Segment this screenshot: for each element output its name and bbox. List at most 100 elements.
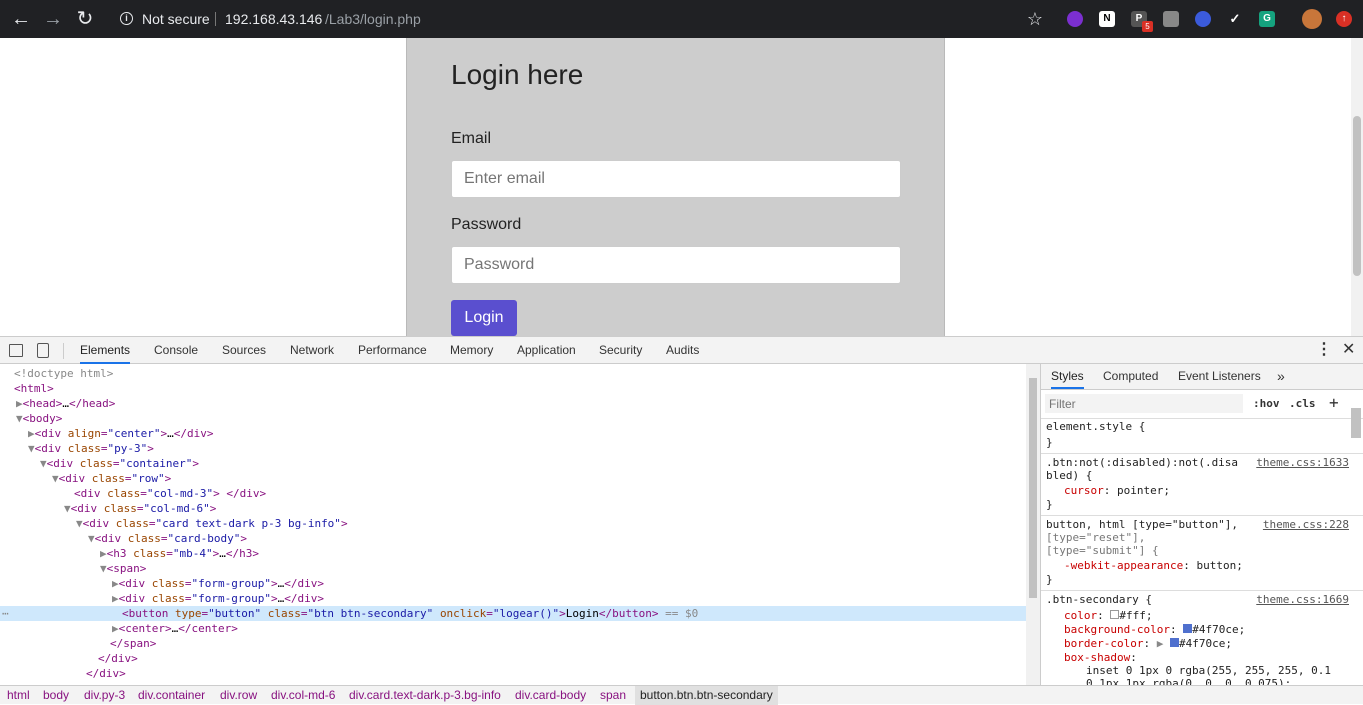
rule-selector[interactable]: .btn:not(:disabled):not(.disa (1046, 456, 1238, 469)
reload-icon[interactable]: ↻ (74, 8, 96, 30)
tab-performance[interactable]: Performance (358, 337, 427, 364)
login-card: Login here Email Password Login (406, 38, 945, 336)
rule-selector[interactable]: element.style { (1046, 420, 1145, 433)
dom-line[interactable]: ▼<div class="container"> (40, 456, 199, 471)
rule-property[interactable]: -webkit-appearance: button; (1064, 559, 1243, 572)
rule-selector[interactable]: [type="submit"] { (1046, 544, 1159, 557)
hov-toggle[interactable]: :hov (1253, 397, 1280, 410)
tab-memory[interactable]: Memory (450, 337, 493, 364)
breadcrumb-item[interactable]: div.row (220, 686, 257, 705)
dom-line[interactable]: ▼<div class="py-3"> (28, 441, 154, 456)
tab-computed[interactable]: Computed (1103, 364, 1158, 389)
dom-line-menu-icon[interactable]: ⋯ (2, 606, 9, 621)
rule-value[interactable]: inset 0 1px 0 rgba(255, 255, 255, 0.1 (1086, 664, 1331, 677)
extension-purple-icon[interactable] (1067, 11, 1083, 27)
rule-close: } (1046, 436, 1053, 449)
cls-toggle[interactable]: .cls (1289, 397, 1316, 410)
dom-line[interactable]: <!doctype html> (14, 366, 113, 381)
dom-line[interactable]: ▶<div class="form-group">…</div> (112, 576, 324, 591)
grammarly-icon[interactable]: G (1259, 11, 1275, 27)
tab-security[interactable]: Security (599, 337, 642, 364)
rule-property[interactable]: background-color: #4f70ce; (1064, 623, 1245, 636)
extension-check-icon[interactable]: ✓ (1227, 11, 1243, 27)
breadcrumb-item[interactable]: div.card-body (515, 686, 586, 705)
avatar[interactable] (1302, 9, 1322, 29)
dom-line[interactable]: ▼<div class="card-body"> (88, 531, 247, 546)
rule-source-link[interactable]: theme.css:1633 (1256, 456, 1349, 469)
breadcrumb-item-current[interactable]: button.btn.btn-secondary (635, 686, 778, 705)
login-button[interactable]: Login (451, 300, 517, 336)
extension-badge: 5 (1142, 21, 1153, 32)
extension-globe-icon[interactable] (1195, 11, 1211, 27)
page-scrollbar[interactable] (1351, 38, 1363, 336)
dom-line[interactable]: ▶<center>…</center> (112, 621, 238, 636)
address-bar[interactable]: i Not secure 192.168.43.146 /Lab3/login.… (112, 6, 1007, 32)
password-field[interactable] (451, 246, 901, 284)
forward-icon[interactable]: → (42, 8, 64, 30)
rule-property[interactable]: cursor: pointer; (1064, 484, 1170, 497)
close-icon[interactable]: ✕ (1342, 341, 1355, 359)
breadcrumb-item[interactable]: div.col-md-6 (271, 686, 335, 705)
dom-tree[interactable]: <!doctype html> <html> ▶<head>…</head> ▼… (0, 364, 1026, 685)
dom-line[interactable]: ▼<body> (16, 411, 62, 426)
tab-elements[interactable]: Elements (80, 337, 131, 364)
tab-application[interactable]: Application (517, 337, 576, 364)
dom-line[interactable]: </div> (86, 666, 126, 681)
rule-selector[interactable]: [type="reset"], (1046, 531, 1145, 544)
dom-line[interactable]: ▶<div class="form-group">…</div> (112, 591, 324, 606)
update-icon[interactable]: ↑ (1336, 11, 1352, 27)
page-scroll-thumb[interactable] (1353, 116, 1361, 276)
rule-selector[interactable]: .btn-secondary { (1046, 593, 1152, 606)
dom-line[interactable]: ▶<h3 class="mb-4">…</h3> (100, 546, 259, 561)
rule-value[interactable]: 0 1px 1px rgba(0, 0, 0, 0.075); (1086, 677, 1291, 685)
rule-selector[interactable]: bled) { (1046, 469, 1092, 482)
tab-console[interactable]: Console (154, 337, 198, 364)
notion-icon[interactable]: N (1099, 11, 1115, 27)
email-field[interactable] (451, 160, 901, 198)
bookmark-star-icon[interactable]: ☆ (1024, 8, 1046, 30)
dom-line-selected[interactable]: <button type="button" class="btn btn-sec… (122, 606, 698, 621)
breadcrumb-item[interactable]: span (600, 686, 626, 705)
tab-sources[interactable]: Sources (222, 337, 266, 364)
tab-styles[interactable]: Styles (1051, 364, 1084, 389)
rule-property[interactable]: box-shadow: (1064, 651, 1137, 664)
dom-line[interactable]: ▶<head>…</head> (16, 396, 115, 411)
breadcrumb-item[interactable]: body (43, 686, 69, 705)
breadcrumb-item[interactable]: div.container (138, 686, 205, 705)
dom-line[interactable]: ▼<div class="card text-dark p-3 bg-info"… (76, 516, 348, 531)
more-tabs-icon[interactable]: » (1277, 364, 1285, 389)
dom-scroll-thumb[interactable] (1029, 378, 1037, 598)
dom-line[interactable]: ▼<div class="col-md-6"> (64, 501, 216, 516)
dom-line[interactable]: ▶<div align="center">…</div> (28, 426, 213, 441)
styles-filter-input[interactable] (1045, 394, 1243, 413)
tab-event-listeners[interactable]: Event Listeners (1178, 364, 1261, 389)
styles-pane: Styles Computed Event Listeners » :hov .… (1041, 364, 1363, 685)
dom-line[interactable]: <html> (14, 381, 54, 396)
rule-property[interactable]: border-color: ▶ #4f70ce; (1064, 637, 1232, 650)
breadcrumb-item[interactable]: div.py-3 (84, 686, 125, 705)
styles-scroll-thumb[interactable] (1351, 408, 1361, 438)
dom-line[interactable]: <div class="col-md-3"> </div> (74, 486, 266, 501)
dom-line[interactable]: </div> (98, 651, 138, 666)
rule-source-link[interactable]: theme.css:1669 (1256, 593, 1349, 606)
rule-source-link[interactable]: theme.css:228 (1263, 518, 1349, 531)
dom-line[interactable]: ▼<div class="row"> (52, 471, 171, 486)
device-toolbar-icon[interactable] (37, 343, 49, 358)
dom-line[interactable]: ▼<span> (100, 561, 146, 576)
dom-line[interactable]: </span> (110, 636, 156, 651)
extension-copy-icon[interactable] (1163, 11, 1179, 27)
back-icon[interactable]: ← (10, 8, 32, 30)
tab-network[interactable]: Network (290, 337, 334, 364)
more-options-icon[interactable]: ⋮ (1316, 342, 1332, 358)
color-swatch-blue[interactable] (1169, 638, 1179, 647)
rule-property[interactable]: color: #fff; (1064, 609, 1153, 622)
info-icon[interactable]: i (120, 12, 133, 25)
new-rule-icon[interactable]: + (1329, 393, 1339, 412)
tab-audits[interactable]: Audits (666, 337, 699, 364)
inspect-element-icon[interactable] (9, 344, 23, 357)
breadcrumb-item[interactable]: html (7, 686, 30, 705)
breadcrumb-item[interactable]: div.card.text-dark.p-3.bg-info (349, 686, 501, 705)
rule-selector[interactable]: button, html [type="button"], (1046, 518, 1238, 531)
color-swatch-blue[interactable] (1183, 624, 1193, 633)
dom-scrollbar[interactable] (1026, 364, 1041, 685)
